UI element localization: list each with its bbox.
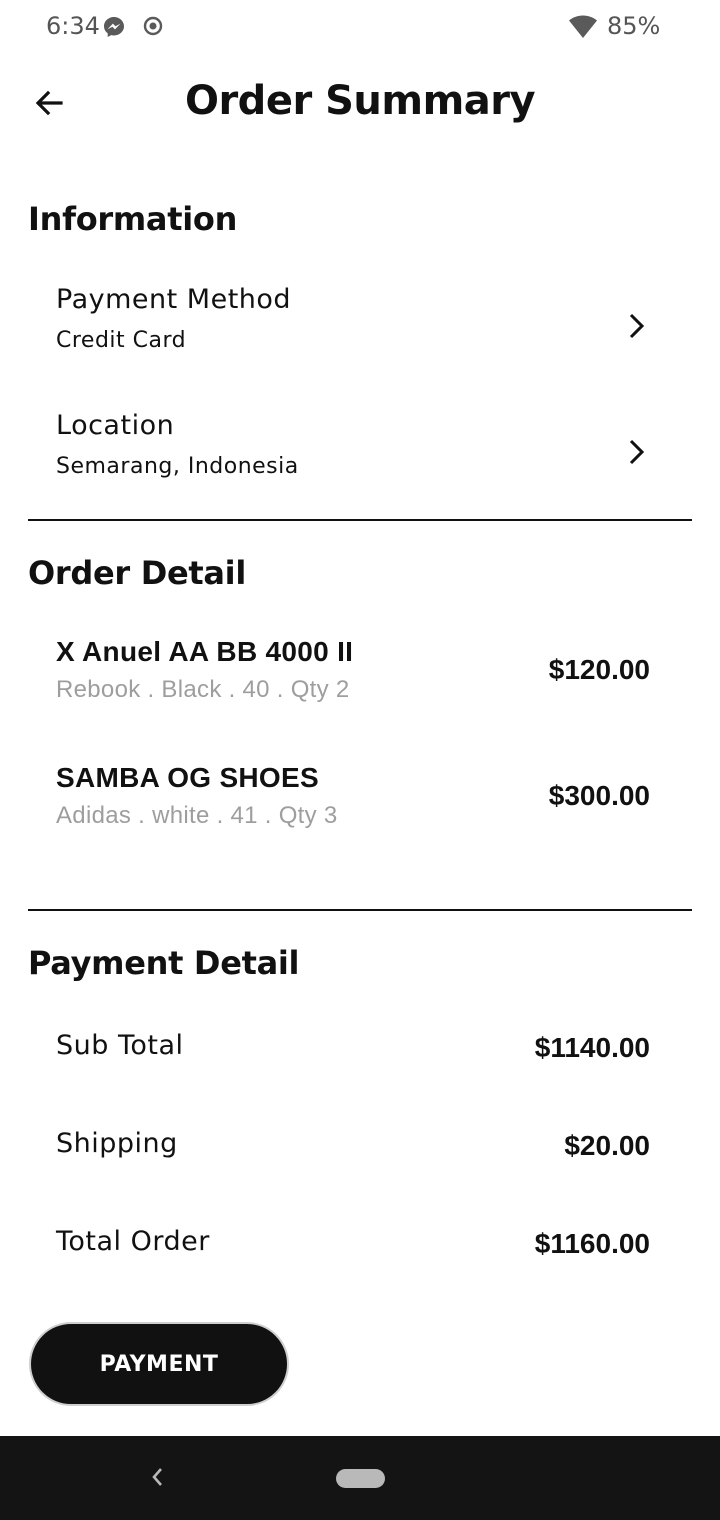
battery-level: 85% [607, 12, 661, 40]
item-name: SAMBA OG SHOES [56, 762, 319, 793]
payment-method-row[interactable]: Payment Method Credit Card [28, 284, 692, 394]
shipping-value: $20.00 [564, 1130, 650, 1161]
messenger-icon [102, 15, 126, 44]
subtotal-value: $1140.00 [534, 1032, 650, 1063]
chevron-right-icon [622, 432, 650, 472]
section-divider [28, 909, 692, 911]
location-value: Semarang, Indonesia [56, 454, 299, 479]
subtotal-label: Sub Total [56, 1030, 184, 1061]
app-bar: Order Summary [0, 62, 720, 146]
section-divider [28, 519, 692, 521]
payment-button[interactable]: PAYMENT [29, 1322, 289, 1406]
order-item: X Anuel AA BB 4000 II Rebook . Black . 4… [28, 636, 692, 736]
payment-method-label: Payment Method [56, 284, 292, 315]
total-order-label: Total Order [56, 1226, 210, 1257]
nav-home-pill[interactable] [336, 1469, 385, 1488]
subtotal-row: Sub Total $1140.00 [28, 1030, 692, 1090]
item-meta: Adidas . white . 41 . Qty 3 [56, 802, 338, 829]
record-icon [142, 15, 164, 42]
total-order-row: Total Order $1160.00 [28, 1226, 692, 1286]
chevron-right-icon [622, 306, 650, 346]
information-title: Information [28, 200, 238, 238]
order-item: SAMBA OG SHOES Adidas . white . 41 . Qty… [28, 762, 692, 862]
item-price: $120.00 [548, 654, 650, 685]
shipping-label: Shipping [56, 1128, 178, 1159]
item-meta: Rebook . Black . 40 . Qty 2 [56, 676, 350, 703]
item-name: X Anuel AA BB 4000 II [56, 636, 354, 667]
wifi-icon [568, 14, 598, 45]
status-bar: 6:34 85% [0, 0, 720, 56]
location-label: Location [56, 410, 175, 441]
payment-detail-title: Payment Detail [28, 944, 300, 982]
shipping-row: Shipping $20.00 [28, 1128, 692, 1188]
page-title: Order Summary [184, 78, 536, 124]
payment-method-value: Credit Card [56, 328, 187, 353]
chevron-left-icon [150, 1466, 164, 1493]
order-detail-title: Order Detail [28, 554, 247, 592]
item-price: $300.00 [548, 780, 650, 811]
nav-back-button[interactable] [142, 1464, 172, 1494]
total-order-value: $1160.00 [534, 1228, 650, 1259]
system-nav-bar [0, 1436, 720, 1520]
status-time: 6:34 [46, 12, 100, 40]
location-row[interactable]: Location Semarang, Indonesia [28, 410, 692, 520]
